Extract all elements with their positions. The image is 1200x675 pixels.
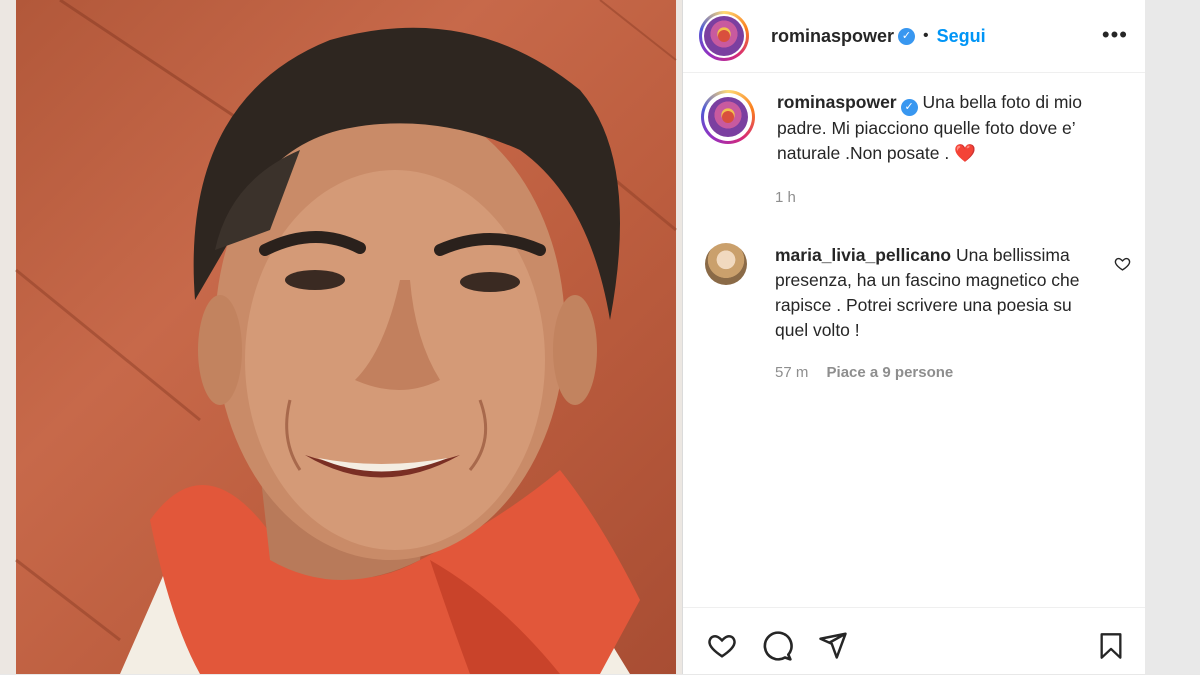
comment-meta: 57 m Piace a 9 persone (775, 364, 967, 381)
comment-icon[interactable] (761, 630, 793, 662)
commenter-username[interactable]: maria_livia_pellicano (775, 245, 951, 265)
post-header: rominaspower ✓ • Segui ••• (683, 0, 1146, 73)
comment-like-heart-icon[interactable] (1114, 255, 1131, 272)
portrait-illustration (15, 0, 677, 674)
post-caption: rominaspower ✓ Una bella foto di mio padr… (701, 90, 1131, 166)
caption-text-block: rominaspower ✓ Una bella foto di mio padr… (777, 90, 1117, 166)
author-avatar-image (704, 16, 744, 56)
post-side-panel: rominaspower ✓ • Segui ••• rominaspower ✓… (682, 0, 1146, 674)
bookmark-icon[interactable] (1097, 630, 1125, 662)
post-timestamp[interactable]: 1 h (775, 189, 796, 206)
heart-icon[interactable] (705, 630, 739, 660)
author-avatar[interactable] (699, 11, 749, 61)
more-options-icon[interactable]: ••• (1102, 22, 1128, 48)
follow-button[interactable]: Segui (937, 26, 986, 47)
post-photo[interactable] (0, 0, 682, 674)
verified-badge-icon: ✓ (898, 27, 916, 45)
verified-badge-icon: ✓ (900, 99, 918, 116)
comment-likes[interactable]: Piace a 9 persone (827, 364, 954, 381)
caption-username[interactable]: rominaspower (777, 92, 897, 112)
page-gutter (1145, 0, 1200, 674)
author-avatar-border (702, 14, 746, 58)
caption-avatar-border (704, 93, 752, 141)
caption-avatar-image (708, 97, 748, 137)
post-actions-bar (683, 607, 1146, 675)
comment-time[interactable]: 57 m (775, 364, 808, 381)
caption-author-avatar[interactable] (701, 90, 755, 144)
share-icon[interactable] (817, 630, 849, 660)
author-username[interactable]: rominaspower (771, 26, 894, 47)
comment-text-block: maria_livia_pellicano Una bellissima pre… (775, 243, 1105, 343)
commenter-avatar[interactable] (705, 243, 747, 285)
separator-dot: • (923, 27, 929, 44)
